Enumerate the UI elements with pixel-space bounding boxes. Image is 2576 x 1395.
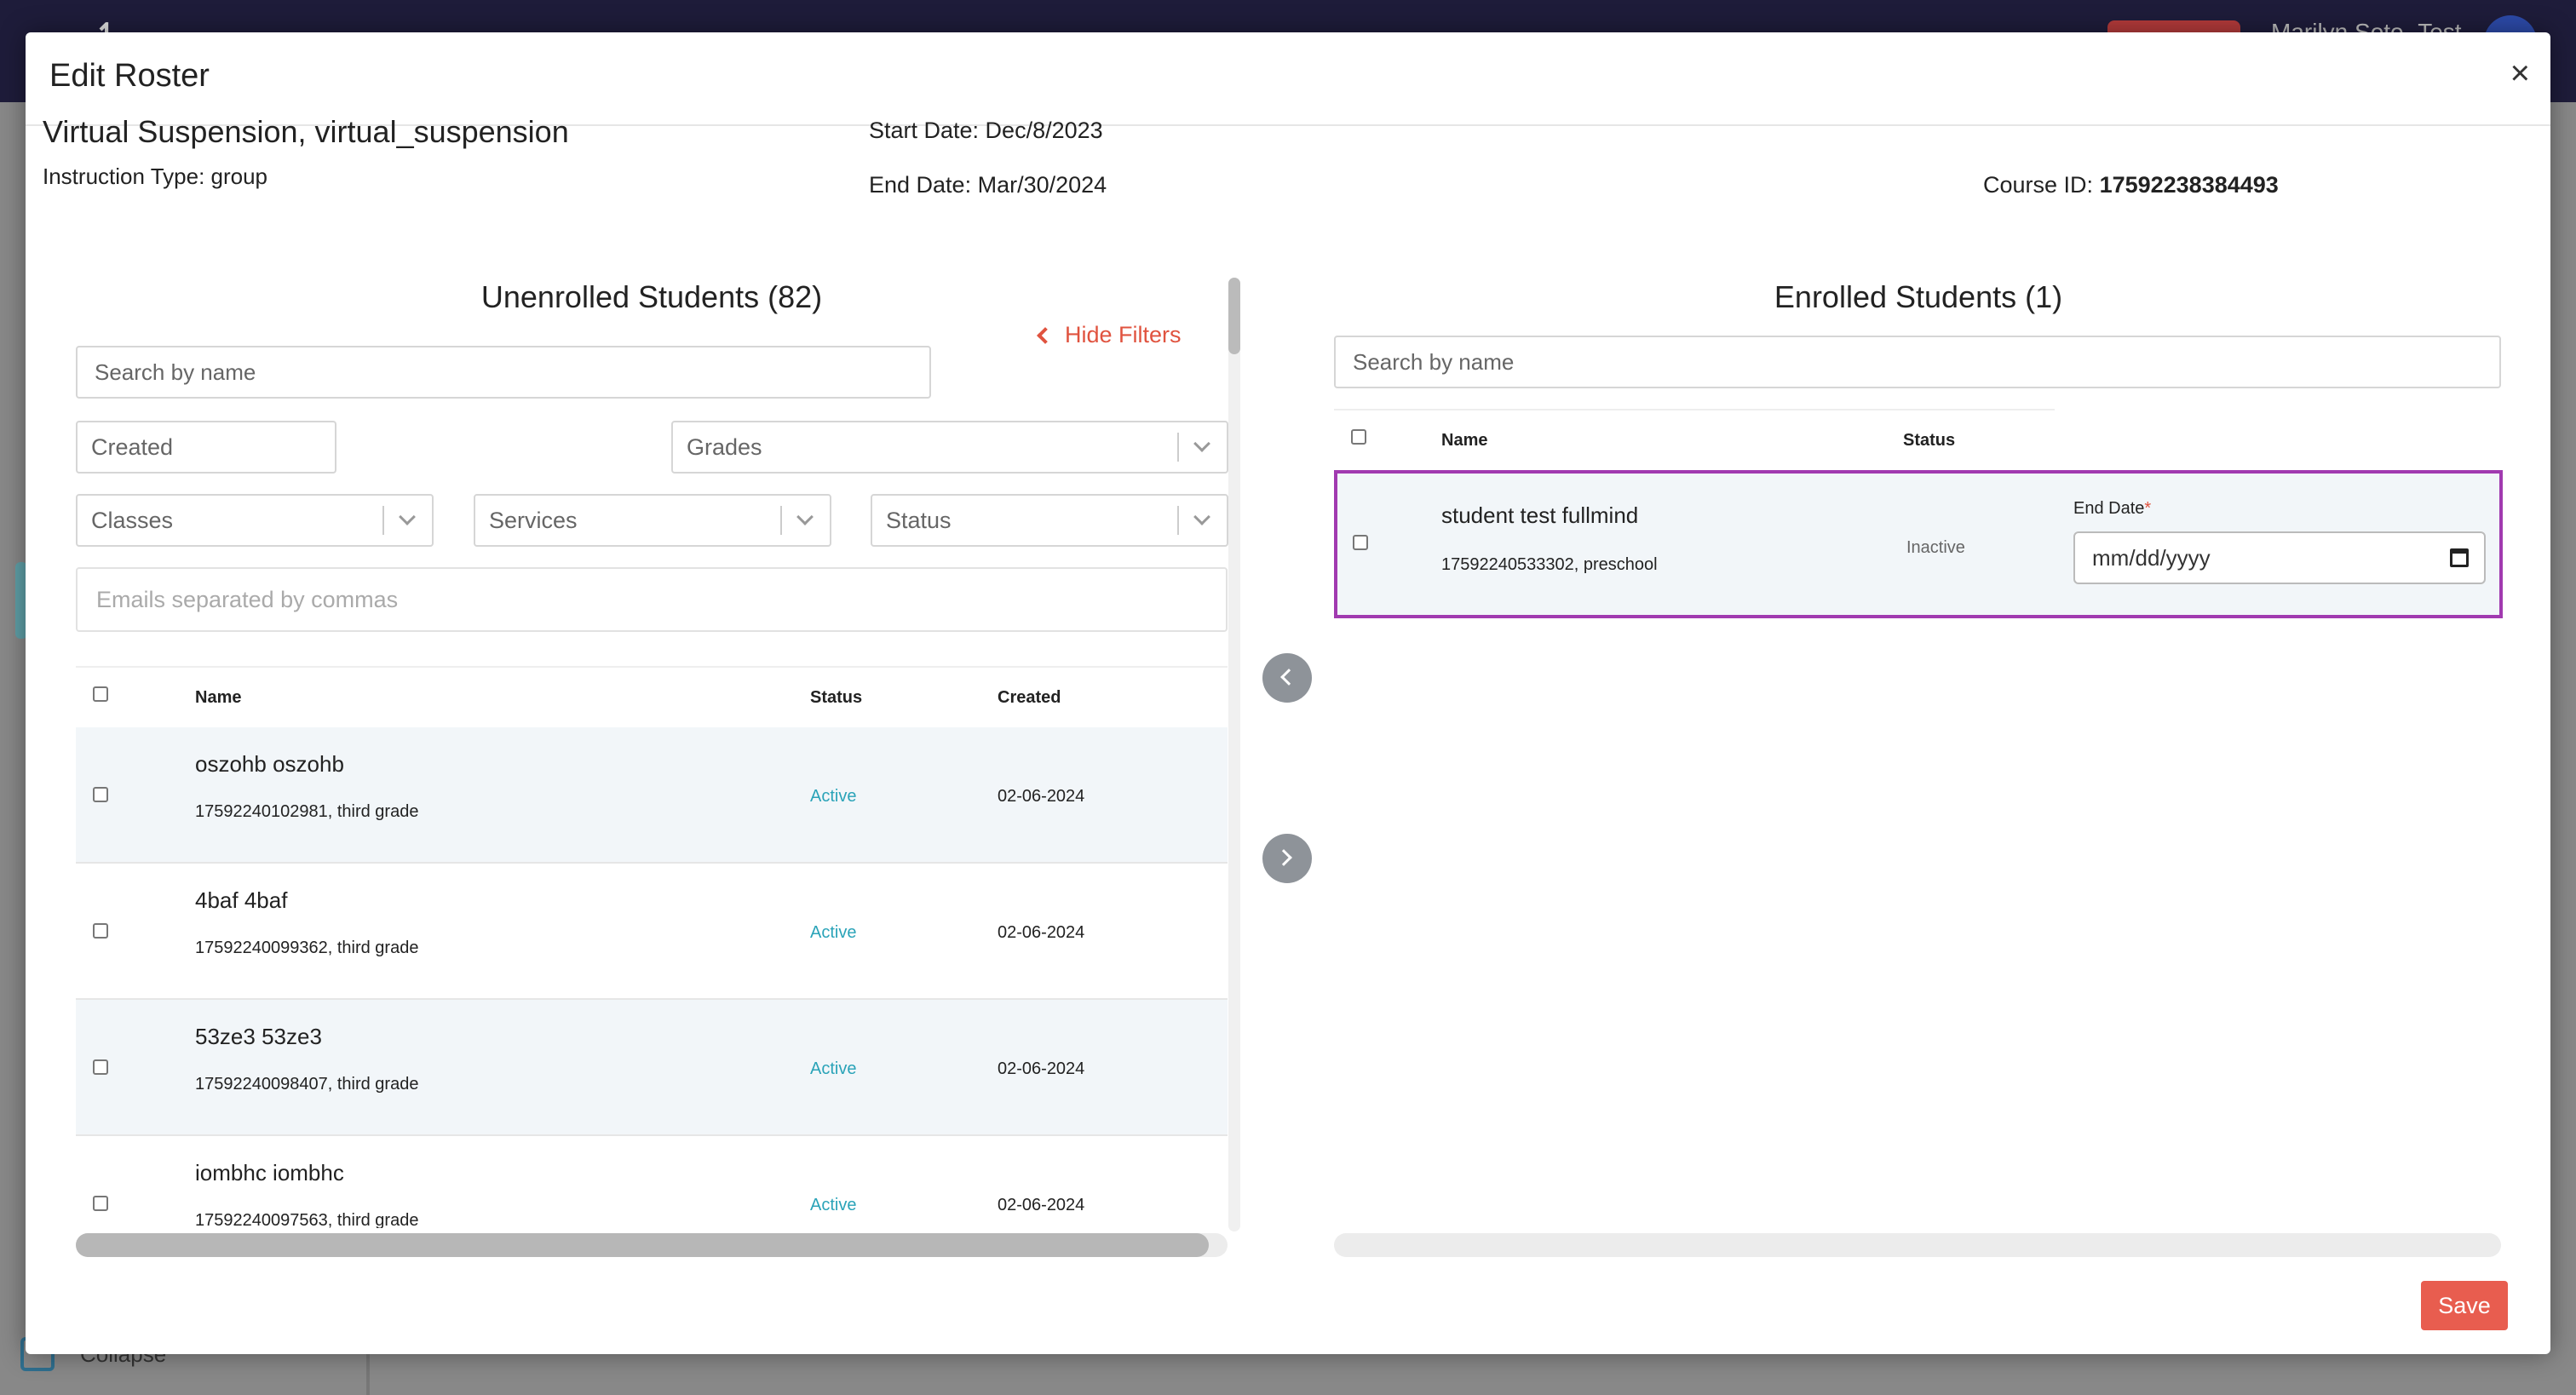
column-status: Status [810, 688, 863, 707]
enroll-arrow-button[interactable] [1262, 834, 1312, 883]
created-filter-label: Created [91, 433, 174, 460]
created-date: 02-06-2024 [998, 1196, 1085, 1214]
enrolled-title: Enrolled Students (1) [1774, 279, 2063, 314]
student-id-grade: 17592240097563, third grade [195, 1211, 419, 1228]
enrolled-table-row[interactable]: student test fullmind 17592240533302, pr… [1334, 470, 2503, 618]
student-name: 53ze3 53ze3 [195, 1024, 322, 1049]
unenrolled-search-input[interactable]: Search by name [76, 346, 931, 399]
classes-select[interactable]: Classes [76, 494, 434, 547]
end-date-label-text: End Date [2073, 499, 2145, 518]
status-badge: Inactive [1906, 538, 1965, 557]
enrolled-table-header: Name Status [1334, 409, 2055, 470]
student-id-grade: 17592240533302, preschool [1441, 555, 1658, 574]
student-id-grade: 17592240099362, third grade [195, 939, 419, 957]
chevron-down-icon [1193, 435, 1210, 452]
status-badge: Active [810, 787, 857, 806]
course-name: Virtual Suspension, virtual_suspension [43, 114, 569, 149]
column-created: Created [998, 688, 1061, 707]
hide-filters-label: Hide Filters [1065, 322, 1182, 347]
close-icon[interactable]: × [2510, 56, 2530, 90]
chevron-right-icon [1275, 849, 1292, 866]
chevron-down-icon [1193, 508, 1210, 525]
created-filter[interactable]: Created [76, 421, 336, 474]
unenrolled-title: Unenrolled Students (82) [480, 279, 823, 314]
student-name: oszohb oszohb [195, 751, 344, 777]
table-row[interactable]: 4baf 4baf 17592240099362, third grade Ac… [76, 864, 1228, 1000]
course-id-label: Course ID: [1983, 172, 2094, 198]
required-asterisk: * [2144, 499, 2152, 518]
enrolled-search-input[interactable]: Search by name [1334, 336, 2501, 388]
services-select[interactable]: Services [474, 494, 831, 547]
column-status: Status [1903, 431, 1956, 450]
unenrolled-vertical-scrollbar[interactable] [1228, 278, 1240, 1231]
unenroll-arrow-button[interactable] [1262, 653, 1312, 703]
chevron-left-icon [1280, 669, 1297, 686]
services-select-label: Services [489, 507, 578, 533]
column-name: Name [195, 688, 242, 707]
end-date-label: End Date* [2073, 499, 2151, 519]
modal-title: Edit Roster [49, 58, 210, 94]
status-select-label: Status [886, 507, 952, 533]
student-name: 4baf 4baf [195, 887, 288, 913]
row-checkbox[interactable] [93, 787, 108, 802]
created-date: 02-06-2024 [998, 787, 1085, 806]
row-checkbox[interactable] [93, 923, 108, 939]
unenrolled-table: Name Status Created oszohb oszohb 175922… [76, 666, 1228, 1228]
row-checkbox[interactable] [93, 1059, 108, 1075]
enrolled-horizontal-scrollbar[interactable] [1334, 1233, 2501, 1257]
select-separator [382, 506, 384, 535]
column-name: Name [1441, 431, 1488, 450]
chevron-left-icon [1037, 326, 1054, 344]
status-badge: Active [810, 923, 857, 942]
grades-select[interactable]: Grades [671, 421, 1228, 474]
classes-select-label: Classes [91, 507, 174, 533]
chevron-down-icon [399, 508, 416, 525]
start-date: Start Date: Dec/8/2023 [869, 118, 1103, 143]
table-row[interactable]: iombhc iombhc 17592240097563, third grad… [76, 1136, 1228, 1228]
sidebar-divider [366, 1354, 370, 1395]
save-button[interactable]: Save [2421, 1281, 2508, 1330]
status-badge: Active [810, 1196, 857, 1214]
student-id-grade: 17592240098407, third grade [195, 1075, 419, 1094]
end-date-input[interactable]: mm/dd/yyyy [2073, 531, 2486, 584]
grades-select-label: Grades [687, 433, 762, 460]
row-checkbox[interactable] [93, 1196, 108, 1211]
created-date: 02-06-2024 [998, 1059, 1085, 1078]
table-row[interactable]: 53ze3 53ze3 17592240098407, third grade … [76, 1000, 1228, 1136]
hide-filters-button[interactable]: Hide Filters [1037, 322, 1182, 348]
unenrolled-horizontal-scrollbar[interactable] [76, 1233, 1228, 1257]
select-all-checkbox[interactable] [1351, 429, 1366, 445]
scrollbar-thumb[interactable] [76, 1233, 1209, 1257]
calendar-icon[interactable] [2450, 548, 2469, 567]
instruction-type: Instruction Type: group [43, 164, 268, 189]
end-date: End Date: Mar/30/2024 [869, 172, 1107, 198]
select-separator [780, 506, 782, 535]
select-separator [1177, 433, 1179, 462]
end-date-placeholder: mm/dd/yyyy [2092, 544, 2211, 571]
select-separator [1177, 506, 1179, 535]
modal-header: Edit Roster × [26, 32, 2550, 126]
student-name: student test fullmind [1441, 502, 1639, 528]
course-id: Course ID: 17592238384493 [1983, 172, 2279, 198]
row-checkbox[interactable] [1353, 535, 1368, 550]
created-date: 02-06-2024 [998, 923, 1085, 942]
chevron-down-icon [796, 508, 814, 525]
status-badge: Active [810, 1059, 857, 1078]
student-id-grade: 17592240102981, third grade [195, 802, 419, 821]
select-all-checkbox[interactable] [93, 686, 108, 702]
emails-input[interactable]: Emails separated by commas [76, 567, 1228, 632]
status-select[interactable]: Status [871, 494, 1228, 547]
table-row[interactable]: oszohb oszohb 17592240102981, third grad… [76, 727, 1228, 864]
table-header: Name Status Created [76, 668, 1228, 727]
course-id-value: 17592238384493 [2099, 172, 2279, 198]
student-name: iombhc iombhc [195, 1160, 344, 1185]
scrollbar-thumb[interactable] [1228, 278, 1240, 354]
